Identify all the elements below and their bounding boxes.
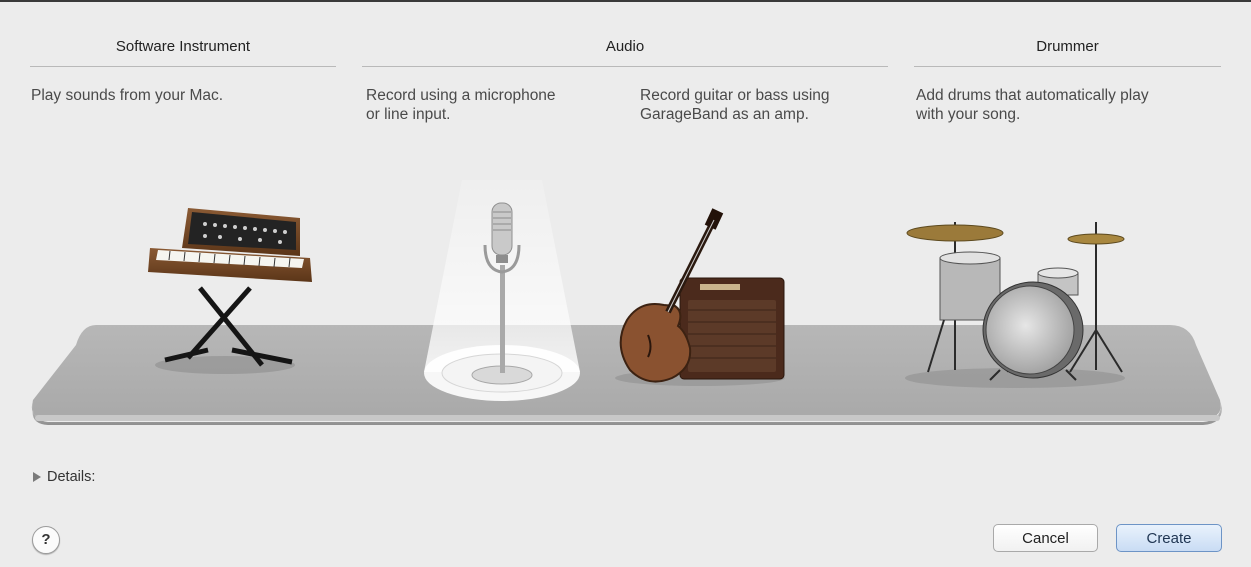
guitar-amp-icon[interactable]	[615, 208, 785, 386]
microphone-description: Record using a microphone or line input.	[366, 87, 556, 123]
drummer-divider	[914, 66, 1221, 67]
help-button[interactable]: ?	[32, 526, 60, 554]
cancel-button[interactable]: Cancel	[993, 524, 1098, 552]
details-disclosure[interactable]: Details:	[33, 469, 95, 485]
drummer-description: Add drums that automatically play with y…	[916, 87, 1149, 123]
audio-title: Audio	[605, 38, 645, 55]
microphone-icon[interactable]	[424, 180, 580, 401]
software-instrument-divider	[30, 66, 336, 67]
instrument-stage	[31, 180, 1223, 425]
drummer-title: Drummer	[1036, 38, 1099, 55]
software-instrument-description: Play sounds from your Mac.	[31, 87, 224, 104]
details-label: Details:	[47, 469, 96, 485]
guitar-description: Record guitar or bass using GarageBand a…	[640, 87, 830, 123]
create-button[interactable]: Create	[1116, 524, 1222, 552]
software-instrument-title: Software Instrument	[115, 38, 251, 55]
audio-divider	[362, 66, 888, 67]
disclosure-triangle-icon[interactable]	[33, 472, 41, 482]
window-top-border	[0, 0, 1251, 2]
